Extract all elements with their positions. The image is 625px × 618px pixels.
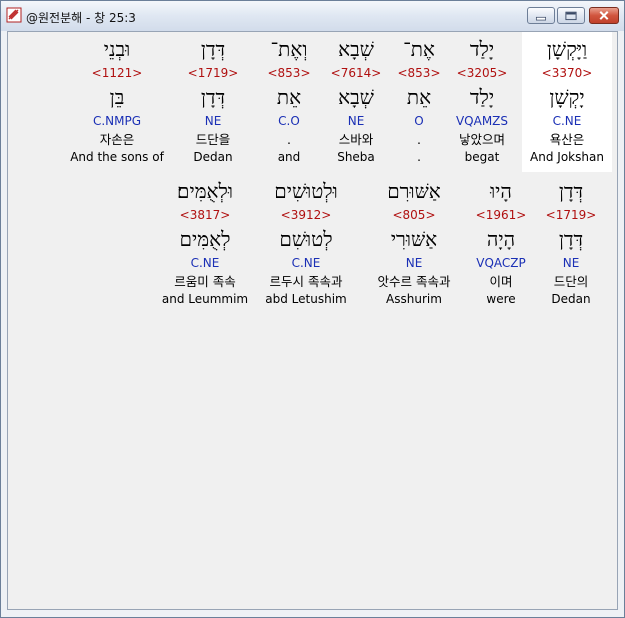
hebrew-text: אֶת־ [403,37,435,61]
strong-number[interactable]: <853> [393,66,445,80]
hebrew-lemma: דְּדָן [558,227,584,251]
strong-number[interactable]: <7614> [327,66,385,80]
hebrew-text: אַשּׁוּרִם [387,179,441,203]
hebrew-text: דְּדָן [200,37,226,61]
word-cell[interactable]: וּלְאֻמִּים׃ <3817> לְאֻמִּים C.NE 르움미 족… [160,174,250,314]
english-gloss: begat [464,150,500,164]
word-cell[interactable]: וַיָּקְשָׁן <3370> יָקְשָׁן C.NE 욕산은 And… [522,32,612,172]
hebrew-text: יָלַד [469,37,495,61]
strong-number[interactable]: <3205> [449,66,515,80]
hebrew-text: וּלְטוּשִׁים [274,179,338,203]
strong-number[interactable]: <1719> [538,208,604,222]
morphology-code: NE [562,256,580,270]
app-window: @원전분해 - 창 25:3 וַיָּקְשָׁן <3370> יָקְשָ… [0,0,625,618]
hebrew-text: וּבְנֵי [103,37,131,61]
maximize-icon [565,11,577,21]
close-icon [599,11,609,20]
hebrew-lemma: הָיָה [486,227,516,251]
hebrew-lemma: אַשּׁוּרִי [390,227,438,251]
korean-gloss: 드단의 [553,274,589,289]
korean-gloss: 스바와 [338,132,374,147]
korean-gloss: . [287,132,291,147]
interlinear-view[interactable]: וַיָּקְשָׁן <3370> יָקְשָׁן C.NE 욕산은 And… [7,31,618,610]
english-gloss: and Leummim [161,292,249,306]
hebrew-lemma: בֵּן [109,85,125,109]
hebrew-text: דְּדָן [558,179,584,203]
english-gloss: . [417,150,421,164]
minimize-button[interactable] [527,7,555,24]
strong-number[interactable]: <1121> [68,66,166,80]
strong-number[interactable]: <1719> [180,66,246,80]
window-title: @원전분해 - 창 25:3 [26,11,136,25]
hebrew-text: וַיָּקְשָׁן [546,37,588,61]
english-gloss: abd Letushim [265,292,347,306]
english-gloss: Sheba [337,150,375,164]
word-cell[interactable]: דְּדָן <1719> דְּדָן NE 드단을 Dedan [180,32,246,172]
strong-number[interactable]: <1961> [468,208,534,222]
word-cell[interactable]: וּבְנֵי <1121> בֵּן C.NMPG 자손은 And the s… [68,32,166,172]
word-cell[interactable]: וּלְטוּשִׁים <3912> לְטוּשִׁם C.NE 르두시 족… [258,174,354,314]
hebrew-lemma: אֵת [276,85,302,109]
word-cell[interactable]: וְאֶת־ <853> אֵת C.O . and [261,32,317,172]
english-gloss: were [486,292,516,306]
korean-gloss: 이며 [489,274,513,289]
word-cell[interactable]: הָיוּ <1961> הָיָה VQACZP 이며 were [468,174,534,314]
strong-number[interactable]: <3912> [258,208,354,222]
hebrew-text: וְאֶת־ [270,37,308,61]
hebrew-text: וּלְאֻמִּים׃ [176,179,234,203]
word-cell[interactable]: אַשּׁוּרִם <805> אַשּׁוּרִי NE 앗수르 족속과 A… [364,174,464,314]
morphology-code: C.O [278,114,300,128]
word-cell[interactable]: שְׁבָא <7614> שְׁבָא NE 스바와 Sheba [327,32,385,172]
strong-number[interactable]: <853> [261,66,317,80]
hebrew-lemma: יָקְשָׁן [549,85,585,109]
korean-gloss: . [417,132,421,147]
hebrew-lemma: אֵת [406,85,432,109]
app-icon [6,7,22,23]
english-gloss: and [277,150,301,164]
hebrew-text: שְׁבָא [338,37,374,61]
maximize-button[interactable] [557,7,585,24]
korean-gloss: 드단을 [195,132,231,147]
word-cell[interactable]: אֶת־ <853> אֵת O . . [393,32,445,172]
english-gloss: Dedan [551,292,591,306]
morphology-code: NE [204,114,222,128]
english-gloss: Asshurim [386,292,442,306]
hebrew-lemma: לְטוּשִׁם [279,227,333,251]
morphology-code: NE [405,256,423,270]
morphology-code: C.NMPG [92,114,142,128]
morphology-code: C.NE [190,256,220,270]
korean-gloss: 낳았으며 [458,132,505,147]
hebrew-lemma: יָלַד [469,85,495,109]
strong-number[interactable]: <805> [364,208,464,222]
hebrew-lemma: דְּדָן [200,85,226,109]
morphology-code: C.NE [291,256,321,270]
korean-gloss: 르움미 족속 [174,274,236,289]
korean-gloss: 자손은 [99,132,135,147]
minimize-icon [535,16,547,21]
strong-number[interactable]: <3817> [160,208,250,222]
morphology-code: O [414,114,424,128]
morphology-code: NE [347,114,365,128]
word-cell[interactable]: יָלַד <3205> יָלַד VQAMZS 낳았으며 begat [449,32,515,172]
window-bottom-border [1,610,624,617]
english-gloss: Dedan [193,150,233,164]
strong-number[interactable]: <3370> [522,66,612,80]
morphology-code: VQAMZS [455,114,509,128]
morphology-code: VQACZP [476,256,526,270]
title-bar[interactable]: @원전분해 - 창 25:3 [1,1,624,31]
hebrew-lemma: שְׁבָא [338,85,374,109]
english-gloss: And Jokshan [530,150,604,164]
hebrew-text: הָיוּ [490,179,512,203]
english-gloss: And the sons of [70,150,164,164]
word-cell[interactable]: דְּדָן <1719> דְּדָן NE 드단의 Dedan [538,174,604,314]
close-button[interactable] [589,7,619,24]
morphology-code: C.NE [552,114,582,128]
korean-gloss: 르두시 족속과 [269,274,343,289]
korean-gloss: 욕산은 [549,132,585,147]
korean-gloss: 앗수르 족속과 [377,274,451,289]
hebrew-lemma: לְאֻמִּים [179,227,231,251]
